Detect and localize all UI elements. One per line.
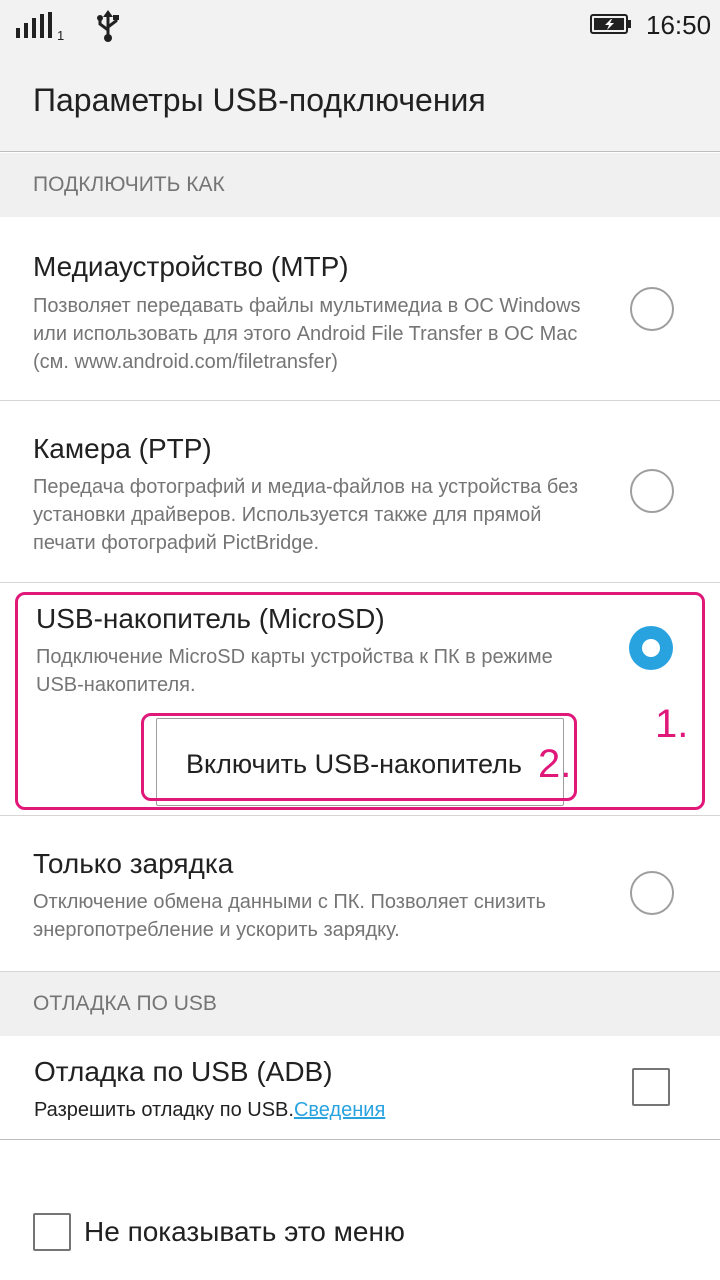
option-title: Камера (PTP) [33,433,212,464]
page-title: Параметры USB-подключения [33,82,486,118]
dont-show-label[interactable]: Не показывать это меню [84,1216,405,1248]
option-ptp[interactable]: Камера (PTP) Передача фотографий и медиа… [0,401,720,583]
option-charge-only[interactable]: Только зарядка Отключение обмена данными… [0,816,720,972]
option-mtp[interactable]: Медиаустройство (MTP) Позволяет передава… [0,217,720,401]
option-title: Отладка по USB (ADB) [34,1056,333,1087]
section-header-connect-as: ПОДКЛЮЧИТЬ КАК [0,153,720,217]
option-description: Передача фотографий и медиа-файлов на ус… [33,476,578,554]
signal-icon [16,12,56,38]
clock: 16:50 [646,10,712,40]
usb-icon [97,10,119,42]
radio-ptp[interactable] [630,469,674,513]
status-bar: 1 16:50 [0,0,720,52]
title-bar: Параметры USB-подключения [0,52,720,152]
option-title: Медиаустройство (MTP) [33,251,349,282]
details-link[interactable]: Сведения [294,1099,385,1121]
annotation-label-2: 2. [538,742,572,786]
section-label: ПОДКЛЮЧИТЬ КАК [33,173,225,196]
debug-description: Разрешить отладку по USB. [34,1099,294,1121]
sim-number: 1 [57,28,65,43]
option-title: Только зарядка [33,848,234,879]
debug-description-row: Разрешить отладку по USB.Сведения [34,1099,385,1122]
option-usb-debug[interactable]: Отладка по USB (ADB) Разрешить отладку п… [0,1036,720,1140]
radio-mtp[interactable] [630,287,674,331]
option-description: Отключение обмена данными с ПК. Позволяе… [33,891,546,941]
section-label: ОТЛАДКА ПО USB [33,992,217,1015]
radio-charge-only[interactable] [630,871,674,915]
option-description: Позволяет передавать файлы мультимедиа в… [33,295,581,373]
dont-show-checkbox[interactable] [33,1213,71,1251]
annotation-box-2 [141,713,577,801]
section-header-usb-debug: ОТЛАДКА ПО USB [0,972,720,1036]
annotation-label-1: 1. [655,702,689,746]
usb-debug-checkbox[interactable] [632,1068,670,1106]
battery-charging-icon [590,14,631,34]
